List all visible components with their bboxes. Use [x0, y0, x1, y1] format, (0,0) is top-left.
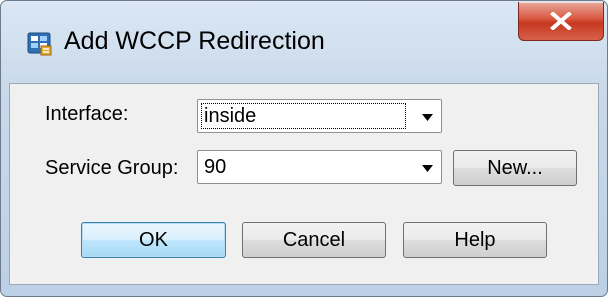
- service-group-label: Service Group:: [45, 157, 179, 179]
- help-button[interactable]: Help: [403, 222, 547, 258]
- chevron-down-icon: [422, 114, 433, 121]
- new-service-group-button[interactable]: New...: [453, 150, 577, 186]
- interface-select-value: inside: [201, 103, 406, 129]
- dialog-window: Add WCCP Redirection Interface: inside S…: [0, 0, 608, 297]
- chevron-down-icon: [422, 165, 433, 172]
- interface-dropdown-arrow[interactable]: [413, 100, 441, 132]
- close-button[interactable]: [518, 2, 604, 41]
- close-icon: [550, 12, 572, 30]
- title-bar[interactable]: Add WCCP Redirection: [1, 1, 607, 83]
- app-icon: [27, 30, 53, 56]
- service-group-select-value: 90: [204, 156, 227, 178]
- interface-select[interactable]: inside: [197, 99, 442, 133]
- cancel-button[interactable]: Cancel: [242, 222, 386, 258]
- service-group-select[interactable]: 90: [197, 150, 442, 184]
- dialog-title: Add WCCP Redirection: [64, 27, 325, 55]
- dialog-content: Interface: inside Service Group: 90 New.…: [9, 83, 599, 285]
- service-group-dropdown-arrow[interactable]: [413, 151, 441, 183]
- ok-button[interactable]: OK: [81, 222, 226, 258]
- interface-label: Interface:: [45, 103, 129, 125]
